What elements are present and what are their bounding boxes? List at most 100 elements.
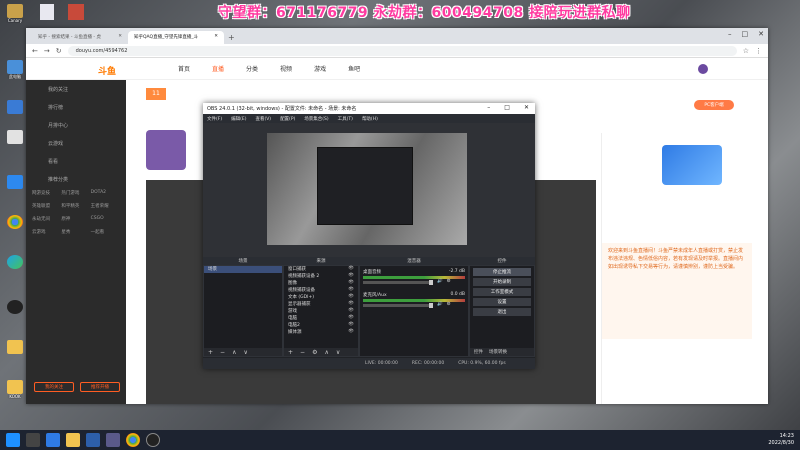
nav-live[interactable]: 直播 [212,64,224,73]
category-link[interactable]: 王者荣耀 [91,203,120,209]
source-settings-icon[interactable]: ⚙ [312,349,317,356]
close-button[interactable]: ✕ [758,30,764,38]
source-item[interactable]: 游戏 👁 [284,308,358,315]
menu-view[interactable]: 查看(V) [255,116,271,122]
edge-desktop-icon[interactable] [4,255,26,269]
nav-game[interactable]: 游戏 [314,64,326,73]
visibility-icon[interactable]: 👁 [348,322,354,329]
nav-category[interactable]: 分类 [246,64,258,73]
chrome-taskbar-icon[interactable] [126,433,140,447]
source-item[interactable]: 文本 (GDI+) 👁 [284,294,358,301]
new-tab-button[interactable]: + [224,33,239,44]
visibility-icon[interactable]: 👁 [348,287,354,294]
tab-scene-transitions[interactable]: 场景转换 [489,349,507,355]
scene-down-button[interactable]: ∨ [243,349,247,356]
category-link[interactable]: 英雄联盟 [32,203,61,209]
category-link[interactable]: 网游竞技 [32,190,61,196]
source-up-button[interactable]: ∧ [324,349,328,356]
category-link[interactable]: 永劫无间 [32,216,61,222]
exit-button[interactable]: 退出 [473,308,531,316]
sidebar-recommend-button[interactable]: 推荐开播 [80,382,120,392]
back-icon[interactable]: ← [32,47,38,55]
visibility-icon[interactable]: 👁 [348,329,354,336]
app-icon[interactable] [40,4,54,20]
desktop-icon[interactable] [4,175,26,189]
sidebar-item-rank[interactable]: 排行榜 [26,98,126,116]
scene-up-button[interactable]: ∧ [232,349,236,356]
source-item[interactable]: 电脑 👁 [284,315,358,322]
settings-button[interactable]: 设置 [473,298,531,306]
source-item[interactable]: 媒体源 👁 [284,329,358,336]
speaker-icon[interactable]: 🔊 [437,279,443,284]
explorer-taskbar-icon[interactable] [66,433,80,447]
sidebar-follow-button[interactable]: 我的关注 [34,382,74,392]
maximize-button[interactable]: □ [742,30,749,38]
visibility-icon[interactable]: 👁 [348,301,354,308]
add-source-button[interactable]: + [288,349,293,356]
obs-maximize-button[interactable]: □ [504,104,510,111]
source-item[interactable]: 视频捕获设备 2 👁 [284,273,358,280]
reload-icon[interactable]: ↻ [56,47,62,55]
menu-help[interactable]: 帮助(H) [362,116,378,122]
folder-desktop-icon[interactable] [4,340,26,354]
app-taskbar-icon[interactable] [106,433,120,447]
stop-streaming-button[interactable]: 停止推流 [473,268,531,276]
category-link[interactable]: 原神 [61,216,90,222]
sidebar-item-recommend[interactable]: 推荐分类 [26,170,126,188]
scene-item[interactable]: 场景 [204,266,282,273]
forward-icon[interactable]: → [44,47,50,55]
settings-gear-icon[interactable]: ⚙ [447,279,451,284]
obs-desktop-icon[interactable] [4,300,26,314]
desktop-icon[interactable] [4,100,26,114]
start-recording-button[interactable]: 开始录制 [473,278,531,286]
bookmark-icon[interactable]: ☆ [743,47,749,55]
minimize-button[interactable]: – [728,30,732,38]
settings-gear-icon[interactable]: ⚙ [447,302,451,307]
system-clock[interactable]: 14:23 2022/8/30 [768,433,794,447]
menu-profile[interactable]: 配置(P) [280,116,295,122]
studio-mode-button[interactable]: 工作室模式 [473,288,531,296]
nav-video[interactable]: 视频 [280,64,292,73]
sidebar-item-follow[interactable]: 我的关注 [26,80,126,98]
folder-desktop-icon[interactable]: KOOK [4,380,26,399]
visibility-icon[interactable]: 👁 [348,273,354,280]
nav-home[interactable]: 首页 [178,64,190,73]
app-icon[interactable] [68,4,84,20]
obs-minimize-button[interactable]: – [487,104,490,111]
desktop-icon[interactable] [4,130,26,144]
edge-taskbar-icon[interactable] [46,433,60,447]
source-item[interactable]: 视频捕获设备 👁 [284,287,358,294]
obs-preview[interactable] [203,123,535,257]
category-link[interactable]: 热门游戏 [61,190,90,196]
volume-slider[interactable] [363,303,433,308]
source-item[interactable]: 显示器捕获 👁 [284,301,358,308]
visibility-icon[interactable]: 👁 [348,308,354,315]
menu-file[interactable]: 文件(F) [207,116,222,122]
visibility-icon[interactable]: 👁 [348,266,354,273]
obs-taskbar-icon[interactable] [146,433,160,447]
url-input[interactable]: douyu.com/4594762 [67,45,737,56]
nav-yuba[interactable]: 鱼吧 [348,64,360,73]
category-link[interactable]: CSGO [91,216,120,222]
close-tab-icon[interactable]: ✕ [118,34,122,44]
tab-controls[interactable]: 控件 [474,349,483,355]
menu-edit[interactable]: 编辑(E) [231,116,246,122]
remove-source-button[interactable]: − [300,349,305,356]
chrome-desktop-icon[interactable] [4,215,26,229]
visibility-icon[interactable]: 👁 [348,280,354,287]
douyu-logo[interactable]: 斗鱼 [98,64,116,77]
browser-tab[interactable]: 知乎 - 搜索结果 - 斗鱼直播 - 虎 ✕ [32,31,128,44]
category-link[interactable]: DOTA2 [91,190,120,196]
category-link[interactable]: 云游戏 [32,229,61,235]
desktop-icon-canary[interactable]: Canary [4,4,26,23]
visibility-icon[interactable]: 👁 [348,315,354,322]
browser-tab-active[interactable]: 知乎QAQ直播_守望先锋直播_斗 ✕ [128,31,224,44]
category-link[interactable]: 星秀 [61,229,90,235]
sidebar-item-cloud-game[interactable]: 云游戏 [26,134,126,152]
speaker-icon[interactable]: 🔊 [437,302,443,307]
sidebar-item-center[interactable]: 月排中心 [26,116,126,134]
source-down-button[interactable]: ∨ [336,349,340,356]
source-item[interactable]: 图像 👁 [284,280,358,287]
menu-scene-collection[interactable]: 场景集合(S) [304,116,328,122]
search-icon[interactable] [26,433,40,447]
